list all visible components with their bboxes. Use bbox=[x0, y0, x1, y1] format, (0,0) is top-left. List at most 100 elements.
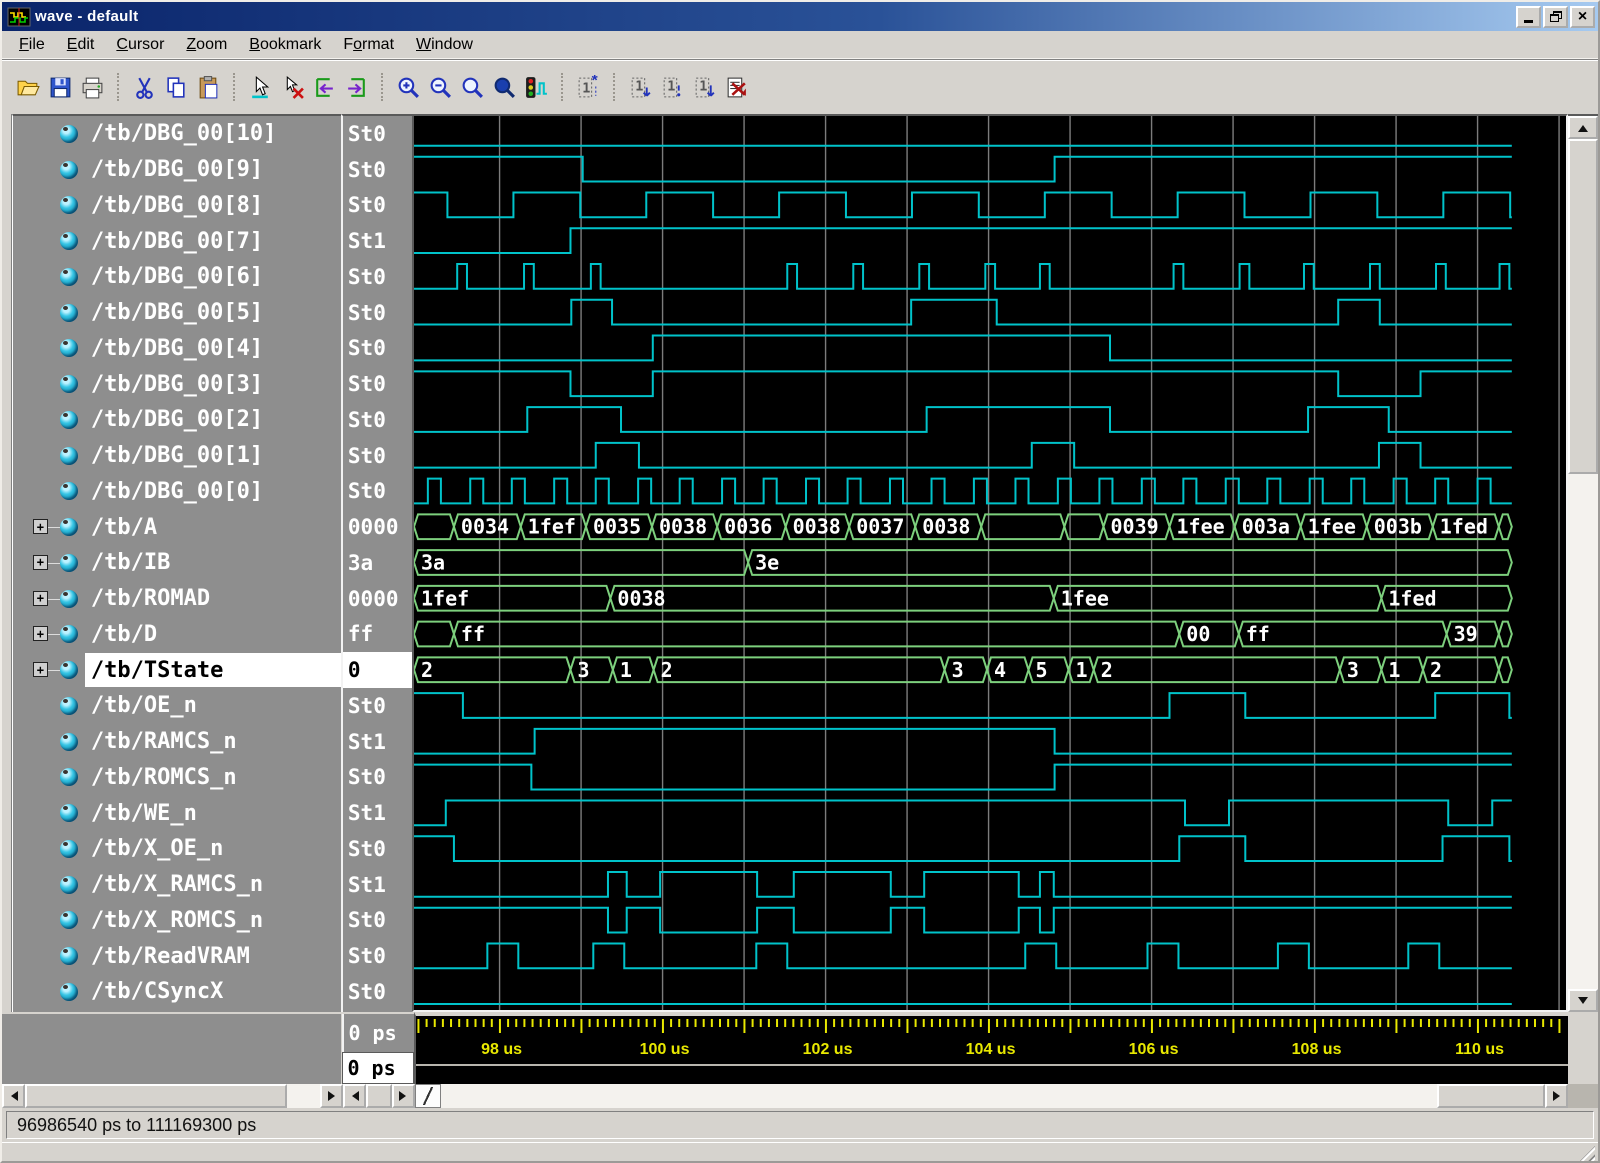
signal-name-cell[interactable]: /tb/DBG_00[8] bbox=[85, 189, 341, 223]
signal-row-dbg_00[5][interactable]: /tb/DBG_00[5] bbox=[13, 295, 341, 331]
cut-button[interactable] bbox=[128, 71, 160, 103]
names-scroll-right-button[interactable] bbox=[320, 1084, 343, 1108]
signal-value-dbg_00[8][interactable]: St0 bbox=[343, 188, 412, 224]
select-cursor-button[interactable] bbox=[244, 71, 276, 103]
signal-name-cell[interactable]: /tb/X_OE_n bbox=[85, 832, 341, 866]
values-scroll-right-button[interactable] bbox=[392, 1084, 415, 1108]
wave-hscrollbar-track[interactable] bbox=[441, 1084, 1437, 1108]
signal-name-cell[interactable]: /tb/OE_n bbox=[85, 689, 341, 723]
signal-value-csyncx[interactable]: St0 bbox=[343, 974, 412, 1010]
signal-value-dbg_00[6][interactable]: St0 bbox=[343, 259, 412, 295]
signal-value-dbg_00[2][interactable]: St0 bbox=[343, 402, 412, 438]
vertical-scrollbar[interactable] bbox=[1568, 114, 1598, 1012]
signal-name-cell[interactable]: /tb/DBG_00[10] bbox=[85, 117, 341, 151]
prev-transition-button[interactable] bbox=[308, 71, 340, 103]
title-bar[interactable]: wave - default × bbox=[2, 2, 1598, 31]
expand-plus-icon[interactable]: + bbox=[33, 662, 48, 677]
zoom-mode-button[interactable] bbox=[520, 71, 552, 103]
zoom-out-button[interactable] bbox=[424, 71, 456, 103]
menu-zoom[interactable]: Zoom bbox=[175, 33, 238, 57]
waveform-panel[interactable]: 00341fef00350038003600380037003800391fee… bbox=[412, 114, 1568, 1012]
signal-value-dbg_00[5][interactable]: St0 bbox=[343, 295, 412, 331]
resize-grip-icon[interactable] bbox=[1579, 1146, 1595, 1162]
signal-row-dbg_00[9][interactable]: /tb/DBG_00[9] bbox=[13, 152, 341, 188]
vertical-scrollbar-track[interactable] bbox=[1568, 474, 1598, 989]
signal-row-dbg_00[8][interactable]: /tb/DBG_00[8] bbox=[13, 188, 341, 224]
signal-row-romcs_n[interactable]: /tb/ROMCS_n bbox=[13, 760, 341, 796]
print-button[interactable] bbox=[76, 71, 108, 103]
signal-row-dbg_00[0][interactable]: /tb/DBG_00[0] bbox=[13, 474, 341, 510]
open-button[interactable] bbox=[12, 71, 44, 103]
edit-wave-button[interactable] bbox=[720, 71, 752, 103]
menu-bookmark[interactable]: Bookmark bbox=[238, 33, 332, 57]
signal-value-x_oe_n[interactable]: St0 bbox=[343, 831, 412, 867]
signal-value-panel[interactable]: St0St0St0St1St0St0St0St0St0St0St000003a0… bbox=[341, 114, 412, 1012]
signal-row-x_romcs_n[interactable]: /tb/X_ROMCS_n bbox=[13, 903, 341, 939]
expand-plus-icon[interactable]: + bbox=[33, 555, 48, 570]
signal-row-x_ramcs_n[interactable]: /tb/X_RAMCS_n bbox=[13, 867, 341, 903]
signal-name-cell[interactable]: /tb/DBG_00[6] bbox=[85, 260, 341, 294]
signal-value-dbg_00[10][interactable]: St0 bbox=[343, 116, 412, 152]
signal-name-cell[interactable]: /tb/D bbox=[85, 618, 341, 652]
menu-edit[interactable]: Edit bbox=[56, 33, 106, 57]
signal-row-romad[interactable]: +/tb/ROMAD bbox=[13, 581, 341, 617]
find-next-button[interactable]: 1 bbox=[688, 71, 720, 103]
waveform-canvas[interactable]: 00341fef00350038003600380037003800391fee… bbox=[414, 116, 1566, 1010]
signal-value-d[interactable]: ff bbox=[343, 617, 412, 653]
signal-value-tstate[interactable]: 0 bbox=[343, 652, 412, 688]
expand-plus-icon[interactable]: + bbox=[33, 519, 48, 534]
signal-row-ramcs_n[interactable]: /tb/RAMCS_n bbox=[13, 724, 341, 760]
signal-name-cell[interactable]: /tb/DBG_00[5] bbox=[85, 296, 341, 330]
signal-name-cell[interactable]: /tb/DBG_00[4] bbox=[85, 332, 341, 366]
signal-name-panel[interactable]: /tb/DBG_00[10]/tb/DBG_00[9]/tb/DBG_00[8]… bbox=[12, 114, 341, 1012]
find-prev-button[interactable]: 1 bbox=[656, 71, 688, 103]
signal-row-a[interactable]: +/tb/A bbox=[13, 509, 341, 545]
signal-value-romad[interactable]: 0000 bbox=[343, 581, 412, 617]
vertical-scrollbar-thumb[interactable] bbox=[1568, 139, 1598, 474]
signal-row-dbg_00[7][interactable]: /tb/DBG_00[7] bbox=[13, 223, 341, 259]
signal-value-dbg_00[9][interactable]: St0 bbox=[343, 152, 412, 188]
signal-name-cell[interactable]: /tb/RAMCS_n bbox=[85, 725, 341, 759]
signal-value-dbg_00[7][interactable]: St1 bbox=[343, 223, 412, 259]
menu-window[interactable]: Window bbox=[405, 33, 484, 57]
signal-row-dbg_00[6][interactable]: /tb/DBG_00[6] bbox=[13, 259, 341, 295]
values-hscrollbar-thumb[interactable] bbox=[366, 1084, 392, 1108]
signal-name-cell[interactable]: /tb/DBG_00[1] bbox=[85, 439, 341, 473]
signal-name-cell[interactable]: /tb/TState bbox=[85, 653, 341, 687]
expand-plus-icon[interactable]: + bbox=[33, 626, 48, 641]
signal-name-cell[interactable]: /tb/IB bbox=[85, 546, 341, 580]
names-hscrollbar-track[interactable] bbox=[287, 1084, 320, 1108]
signal-name-cell[interactable]: /tb/ReadVRAM bbox=[85, 939, 341, 973]
copy-button[interactable] bbox=[160, 71, 192, 103]
wave-hscrollbar-left-box[interactable] bbox=[415, 1084, 441, 1108]
signal-name-cell[interactable]: /tb/WE_n bbox=[85, 796, 341, 830]
signal-name-cell[interactable]: /tb/DBG_00[0] bbox=[85, 475, 341, 509]
signal-row-d[interactable]: + /tb/D bbox=[13, 617, 341, 653]
time-ruler-zone[interactable]: 98 us100 us102 us104 us106 us108 us110 u… bbox=[414, 1012, 1568, 1084]
signal-row-dbg_00[2][interactable]: /tb/DBG_00[2] bbox=[13, 402, 341, 438]
menu-cursor[interactable]: Cursor bbox=[105, 33, 175, 57]
signal-value-we_n[interactable]: St1 bbox=[343, 795, 412, 831]
delete-cursor-button[interactable] bbox=[276, 71, 308, 103]
values-scroll-left-button[interactable] bbox=[343, 1084, 366, 1108]
signal-name-cell[interactable]: /tb/DBG_00[7] bbox=[85, 224, 341, 258]
signal-row-oe_n[interactable]: /tb/OE_n bbox=[13, 688, 341, 724]
restore-button[interactable] bbox=[1543, 6, 1568, 28]
names-scroll-left-button[interactable] bbox=[2, 1084, 25, 1108]
signal-value-dbg_00[0][interactable]: St0 bbox=[343, 474, 412, 510]
signal-value-romcs_n[interactable]: St0 bbox=[343, 760, 412, 796]
wave-hscrollbar-thumb[interactable] bbox=[1437, 1084, 1545, 1108]
scroll-up-button[interactable] bbox=[1568, 116, 1598, 139]
signal-name-cell[interactable]: /tb/DBG_00[2] bbox=[85, 403, 341, 437]
signal-row-csyncx[interactable]: /tb/CSyncX bbox=[13, 974, 341, 1010]
time-ruler[interactable]: 98 us100 us102 us104 us106 us108 us110 u… bbox=[416, 1016, 1568, 1059]
scroll-down-button[interactable] bbox=[1568, 989, 1598, 1012]
signal-value-ramcs_n[interactable]: St1 bbox=[343, 724, 412, 760]
expand-plus-icon[interactable]: + bbox=[33, 591, 48, 606]
signal-name-cell[interactable]: /tb/DBG_00[9] bbox=[85, 153, 341, 187]
signal-row-readvram[interactable]: /tb/ReadVRAM bbox=[13, 938, 341, 974]
signal-name-cell[interactable]: /tb/CSyncX bbox=[85, 975, 341, 1009]
names-hscrollbar[interactable] bbox=[2, 1084, 343, 1108]
signal-value-x_ramcs_n[interactable]: St1 bbox=[343, 867, 412, 903]
values-hscrollbar[interactable] bbox=[343, 1084, 415, 1108]
